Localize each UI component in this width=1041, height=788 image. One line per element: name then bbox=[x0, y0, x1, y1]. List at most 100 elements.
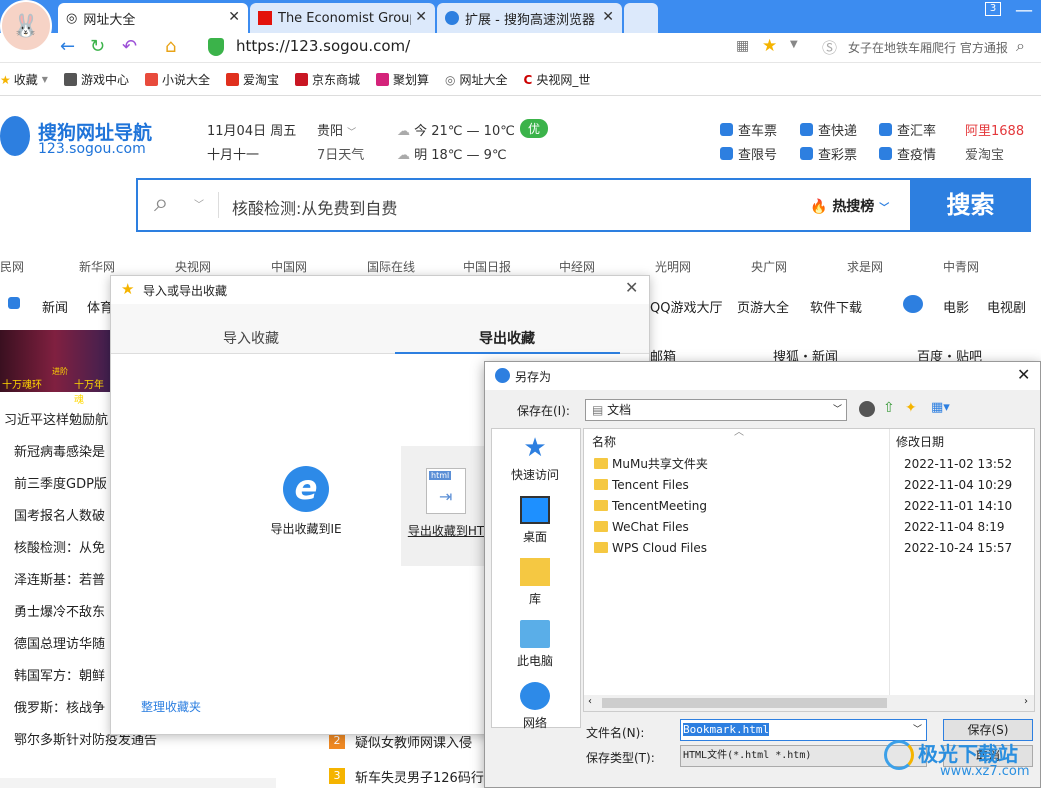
refresh-icon[interactable]: ↻ bbox=[90, 36, 105, 57]
qr-icon[interactable]: ▦ bbox=[736, 38, 749, 54]
quick-access-item[interactable]: 桌面 bbox=[485, 496, 585, 545]
undo-icon[interactable]: ↶ bbox=[122, 36, 137, 57]
quick-access-item[interactable]: 库 bbox=[485, 558, 585, 607]
news-headline[interactable]: 习近平这样勉励航 bbox=[4, 409, 108, 428]
nav-site[interactable]: 央视网 bbox=[175, 258, 211, 275]
news-ticker[interactable]: 女子在地铁车厢爬行 官方通报 bbox=[848, 39, 1008, 56]
bookmark-cctv[interactable]: C 央视网_世 bbox=[524, 71, 591, 88]
hot-search-toggle[interactable]: 🔥 热搜榜 ﹀ bbox=[810, 196, 889, 216]
filename-input[interactable]: Bookmark.html ﹀ bbox=[680, 719, 927, 741]
bookmark-juhuasuan[interactable]: 聚划算 bbox=[376, 71, 429, 88]
scroll-left-icon[interactable]: ‹ bbox=[588, 696, 592, 707]
file-row[interactable]: WPS Cloud Files 2022-10-24 15:57 bbox=[594, 537, 1041, 558]
column-name[interactable]: 名称 bbox=[592, 433, 616, 450]
home-icon[interactable]: ⌂ bbox=[165, 36, 176, 57]
news-item[interactable]: 新冠病毒感染是 bbox=[14, 441, 105, 460]
close-icon[interactable]: ✕ bbox=[228, 9, 240, 25]
export-to-ie-button[interactable]: e 导出收藏到IE bbox=[251, 466, 361, 556]
service-exchange[interactable]: 查汇率 bbox=[879, 120, 936, 139]
close-icon[interactable]: ✕ bbox=[602, 9, 614, 25]
cat-movie[interactable]: 电影 bbox=[943, 297, 969, 316]
nav-site[interactable]: 国际在线 bbox=[367, 258, 415, 275]
chevron-down-icon[interactable]: ﹀ bbox=[194, 196, 204, 211]
city-select[interactable]: 贵阳 ﹀ bbox=[317, 120, 356, 139]
export-to-html-button[interactable]: html ⇥ 导出收藏到HT bbox=[401, 446, 491, 566]
game-banner[interactable]: 十万魂环 进阶 十万年魂 bbox=[0, 330, 110, 406]
nav-site[interactable]: 央广网 bbox=[751, 258, 787, 275]
file-row[interactable]: TencentMeeting 2022-11-01 14:10 bbox=[594, 495, 1041, 516]
view-menu-icon[interactable]: ▦▾ bbox=[931, 400, 950, 415]
nav-site[interactable]: 新华网 bbox=[79, 258, 115, 275]
search-button[interactable]: 搜索 bbox=[910, 178, 1031, 232]
news-item[interactable]: 勇士爆冷不敌东 bbox=[14, 601, 105, 620]
search-input[interactable]: 核酸检测:从免费到自费 bbox=[232, 195, 397, 219]
search-icon[interactable]: ⌕ bbox=[1016, 36, 1025, 56]
nav-site[interactable]: 中国网 bbox=[271, 258, 307, 275]
url-input[interactable]: https://123.sogou.com/ bbox=[236, 37, 410, 55]
tab-count-badge[interactable]: 3 bbox=[985, 2, 1001, 16]
bookmark-novels[interactable]: 小说大全 bbox=[144, 71, 210, 88]
sogou-logo-icon[interactable] bbox=[0, 116, 30, 156]
new-tab-button[interactable] bbox=[624, 3, 658, 33]
minimize-icon[interactable]: — bbox=[1015, 0, 1033, 21]
service-lottery[interactable]: 查彩票 bbox=[800, 144, 857, 163]
horizontal-scrollbar[interactable]: ‹ › bbox=[584, 695, 1034, 711]
star-icon[interactable]: ★ bbox=[762, 36, 777, 56]
news-item[interactable]: 俄罗斯：核战争 bbox=[14, 697, 105, 716]
news-item[interactable]: 泽连斯基：若普 bbox=[14, 569, 105, 588]
tab-export[interactable]: 导出收藏 bbox=[479, 328, 535, 348]
new-folder-icon[interactable]: ✦ bbox=[905, 400, 917, 416]
news-item[interactable]: 德国总理访华随 bbox=[14, 633, 105, 652]
nav-site[interactable]: 中经网 bbox=[559, 258, 595, 275]
nav-site[interactable]: 中青网 bbox=[943, 258, 979, 275]
service-express[interactable]: 查快递 bbox=[800, 120, 857, 139]
up-folder-icon[interactable]: ⇧ bbox=[883, 400, 895, 416]
weather-link[interactable]: 7日天气 bbox=[317, 144, 364, 163]
manage-favorites-link[interactable]: 整理收藏夹 bbox=[141, 698, 201, 715]
tab-import[interactable]: 导入收藏 bbox=[223, 328, 279, 348]
quick-access-item[interactable]: ★ 快速访问 bbox=[485, 434, 585, 483]
chevron-down-icon[interactable]: ▼ bbox=[790, 39, 798, 50]
cat-tv[interactable]: 电视剧 bbox=[987, 297, 1026, 316]
tab-economist[interactable]: The Economist Group ✕ bbox=[250, 3, 435, 33]
scroll-thumb[interactable] bbox=[602, 698, 887, 708]
bookmark-wangzhi[interactable]: ◎ 网址大全 bbox=[445, 71, 508, 88]
column-date[interactable]: 修改日期 bbox=[896, 433, 944, 450]
close-icon[interactable]: ✕ bbox=[1017, 365, 1030, 384]
close-icon[interactable]: ✕ bbox=[625, 278, 638, 297]
nav-site[interactable]: 光明网 bbox=[655, 258, 691, 275]
quick-access-item[interactable]: 此电脑 bbox=[485, 620, 585, 669]
back-icon[interactable] bbox=[859, 401, 875, 417]
security-shield-icon[interactable] bbox=[208, 38, 224, 56]
news-item[interactable]: 国考报名人数破 bbox=[14, 505, 105, 524]
tab-extensions[interactable]: 扩展 - 搜狗高速浏览器 ✕ bbox=[437, 3, 622, 33]
nav-site[interactable]: 中国日报 bbox=[463, 258, 511, 275]
quick-access-item[interactable]: 网络 bbox=[485, 682, 585, 731]
cat-software[interactable]: 软件下载 bbox=[810, 297, 862, 316]
file-row[interactable]: Tencent Files 2022-11-04 10:29 bbox=[594, 474, 1041, 495]
cat-qqgame[interactable]: QQ游戏大厅 bbox=[650, 297, 722, 316]
news-item[interactable]: 韩国军方：朝鲜 bbox=[14, 665, 105, 684]
service-plate[interactable]: 查限号 bbox=[720, 144, 777, 163]
back-icon[interactable]: ← bbox=[60, 36, 75, 57]
nav-site[interactable]: 民网 bbox=[0, 258, 24, 275]
ad-1688[interactable]: 阿里1688 bbox=[965, 120, 1024, 139]
search-icon[interactable]: ⌕ bbox=[154, 188, 169, 219]
cat-webgame[interactable]: 页游大全 bbox=[737, 297, 789, 316]
avatar[interactable]: 🐰 bbox=[0, 0, 52, 52]
bookmark-game-center[interactable]: 游戏中心 bbox=[63, 71, 129, 88]
hot-item[interactable]: 斩车失灵男子126码行 bbox=[355, 767, 484, 786]
service-epidemic[interactable]: 查疫情 bbox=[879, 144, 936, 163]
nav-site[interactable]: 求是网 bbox=[847, 258, 883, 275]
ad-aitaobao[interactable]: 爱淘宝 bbox=[965, 144, 1004, 163]
close-icon[interactable]: ✕ bbox=[411, 9, 427, 25]
bookmark-jd[interactable]: 京东商城 bbox=[294, 71, 360, 88]
location-select[interactable]: ▤ 文档 ﹀ bbox=[585, 399, 847, 421]
news-item[interactable]: 前三季度GDP版 bbox=[14, 473, 107, 492]
news-item[interactable]: 核酸检测：从免 bbox=[14, 537, 105, 556]
file-row[interactable]: WeChat Files 2022-11-04 8:19 bbox=[594, 516, 1041, 537]
scroll-right-icon[interactable]: › bbox=[1024, 696, 1028, 707]
cat-news[interactable]: 新闻 bbox=[42, 297, 68, 316]
bookmark-favorites[interactable]: ★ 收藏 ▼ bbox=[0, 71, 48, 88]
service-train[interactable]: 查车票 bbox=[720, 120, 777, 139]
